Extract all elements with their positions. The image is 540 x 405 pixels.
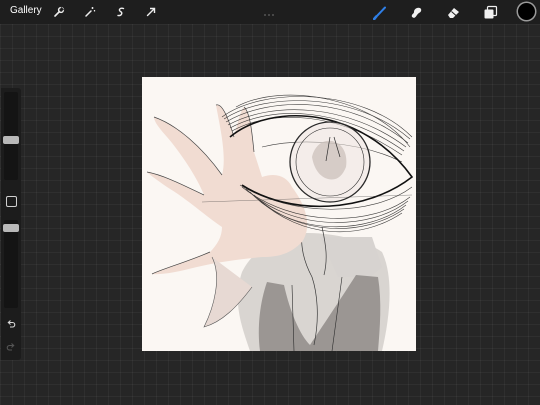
smudge-icon[interactable] [408, 4, 424, 20]
layers-icon[interactable] [482, 4, 498, 20]
gallery-button[interactable]: Gallery [10, 5, 42, 16]
color-picker-swatch[interactable] [518, 3, 535, 20]
brush-size-handle[interactable] [3, 136, 19, 144]
brush-icon[interactable] [372, 4, 388, 20]
sketch-artwork [146, 94, 414, 351]
magic-wand-icon[interactable] [82, 4, 98, 20]
transform-arrow-icon[interactable] [143, 4, 159, 20]
redo-icon[interactable] [5, 341, 17, 353]
toolbar-grabber [264, 3, 276, 16]
sidebar [1, 88, 21, 360]
modify-button[interactable] [6, 196, 17, 207]
undo-icon[interactable] [5, 318, 17, 330]
wrench-icon[interactable] [51, 4, 67, 20]
selection-icon[interactable] [113, 4, 129, 20]
top-toolbar: Gallery [0, 0, 540, 24]
drawing-canvas[interactable] [142, 77, 416, 351]
opacity-slider[interactable] [4, 220, 18, 308]
opacity-handle[interactable] [3, 223, 19, 232]
eraser-icon[interactable] [445, 4, 461, 20]
